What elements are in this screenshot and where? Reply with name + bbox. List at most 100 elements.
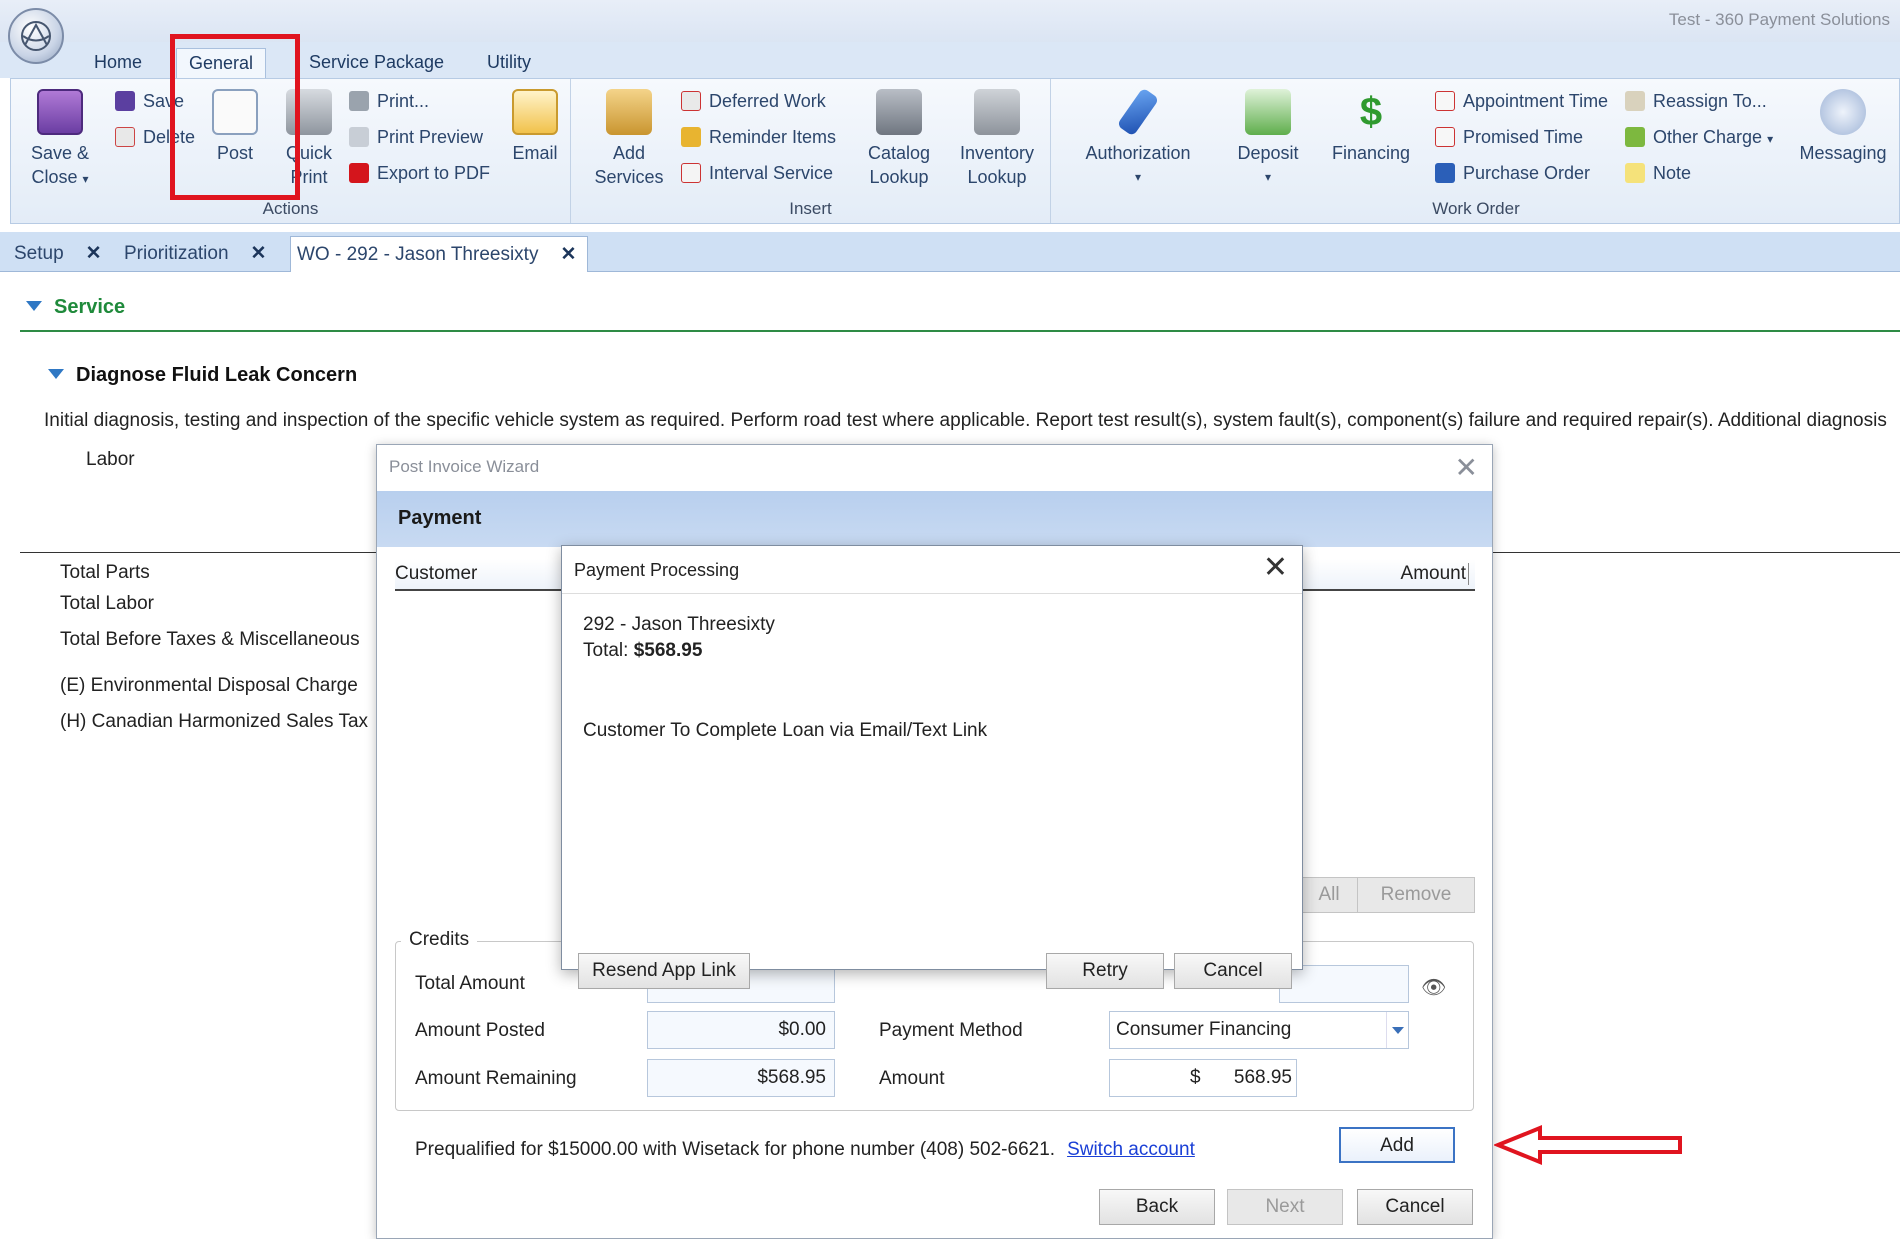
eye-icon[interactable]: 👁 xyxy=(1421,975,1446,1000)
collapse-triangle-icon[interactable] xyxy=(26,301,42,311)
deposit-dropdown-arrow: ▾ xyxy=(1264,170,1272,184)
chevron-down-icon[interactable] xyxy=(1386,1012,1408,1048)
post-button[interactable]: Post xyxy=(205,89,265,165)
environmental-charge-label: (E) Environmental Disposal Charge xyxy=(60,675,358,696)
doc-tab-work-order[interactable]: WO - 292 - Jason Threesixty ✕ xyxy=(290,236,588,272)
add-services-label-2: Services xyxy=(594,167,664,187)
close-icon[interactable]: ✕ xyxy=(251,243,267,264)
print-preview-button[interactable]: Print Preview xyxy=(349,127,483,148)
quick-print-label-2: Print xyxy=(290,167,328,187)
collapse-triangle-icon[interactable] xyxy=(48,369,64,379)
payment-method-value: Consumer Financing xyxy=(1116,1019,1292,1040)
service-section-header[interactable]: Service xyxy=(26,296,125,319)
add-services-button[interactable]: Add Services xyxy=(589,89,669,189)
authorization-button[interactable]: Authorization ▾ xyxy=(1073,87,1203,189)
job-description: Initial diagnosis, testing and inspectio… xyxy=(44,410,1887,431)
appointment-time-label: Appointment Time xyxy=(1463,91,1609,111)
back-button[interactable]: Back xyxy=(1099,1189,1215,1225)
quick-print-button[interactable]: Quick Print xyxy=(279,89,339,189)
switch-account-link[interactable]: Switch account xyxy=(1067,1139,1195,1160)
inventory-lookup-label: Inventory xyxy=(959,143,1035,163)
post-label: Post xyxy=(216,143,254,163)
deferred-work-button[interactable]: Deferred Work xyxy=(681,91,826,112)
note-label: Note xyxy=(1653,163,1692,183)
credits-label: Credits xyxy=(401,929,478,951)
appointment-time-button[interactable]: Appointment Time xyxy=(1435,91,1608,112)
cancel-button[interactable]: Cancel xyxy=(1357,1189,1473,1225)
calendar-icon xyxy=(1435,127,1455,147)
reassign-to-label: Reassign To... xyxy=(1653,91,1767,111)
save-button[interactable]: Save xyxy=(115,91,184,112)
tab-utility[interactable]: Utility xyxy=(475,48,543,77)
messaging-button[interactable]: Messaging xyxy=(1791,89,1895,165)
amount-posted-label: Amount Posted xyxy=(415,1020,545,1041)
column-customer[interactable]: Customer xyxy=(395,563,477,585)
amount-value: 568.95 xyxy=(1233,1067,1292,1088)
interval-service-button[interactable]: Interval Service xyxy=(681,163,833,184)
payment-method-select[interactable]: Consumer Financing xyxy=(1109,1011,1409,1049)
catalog-lookup-button[interactable]: Catalog Lookup xyxy=(857,89,941,189)
remove-all-button[interactable]: All xyxy=(1299,877,1359,913)
promised-time-button[interactable]: Promised Time xyxy=(1435,127,1583,148)
note-button[interactable]: Note xyxy=(1625,163,1691,184)
total-amount-label: Total Amount xyxy=(415,973,525,994)
doc-tab-setup-label: Setup xyxy=(14,243,64,264)
next-button[interactable]: Next xyxy=(1227,1189,1343,1225)
group-label-actions: Actions xyxy=(262,199,319,218)
other-charge-button[interactable]: Other Charge ▾ xyxy=(1625,127,1773,148)
add-button[interactable]: Add xyxy=(1339,1127,1455,1163)
amount-input[interactable]: $ 568.95 xyxy=(1109,1059,1297,1097)
group-label-insert: Insert xyxy=(789,199,832,218)
total-before-taxes-label: Total Before Taxes & Miscellaneous xyxy=(60,629,360,650)
print-button[interactable]: Print... xyxy=(349,91,429,112)
reminder-items-button[interactable]: Reminder Items xyxy=(681,127,836,148)
close-icon[interactable]: ✕ xyxy=(1455,451,1478,484)
harmonized-tax-label: (H) Canadian Harmonized Sales Tax xyxy=(60,711,369,732)
financing-label: Financing xyxy=(1331,143,1411,163)
wizard-step-title: Payment xyxy=(398,507,482,529)
messaging-icon xyxy=(1820,89,1866,135)
job-header[interactable]: Diagnose Fluid Leak Concern xyxy=(48,364,357,387)
column-amount[interactable]: Amount xyxy=(1401,563,1469,585)
catalog-lookup-label: Catalog xyxy=(867,143,931,163)
save-close-button[interactable]: Save & Close ▾ xyxy=(25,89,95,191)
total-line: Total: $568.95 xyxy=(583,640,702,662)
reassign-to-button[interactable]: Reassign To... xyxy=(1625,91,1767,112)
financing-button[interactable]: $ Financing xyxy=(1321,89,1421,165)
email-label: Email xyxy=(512,143,558,163)
catalog-icon xyxy=(876,89,922,135)
deferred-work-icon xyxy=(681,91,701,111)
reference-field[interactable] xyxy=(1279,965,1409,1003)
app-logo-icon[interactable] xyxy=(8,8,64,64)
messaging-label: Messaging xyxy=(1799,143,1887,163)
dialog-title-bar: Payment Processing ✕ xyxy=(562,546,1302,594)
group-insert: Add Services Deferred Work Reminder Item… xyxy=(571,79,1051,223)
deposit-button[interactable]: Deposit ▾ xyxy=(1223,89,1313,189)
delete-button[interactable]: Delete xyxy=(115,127,195,148)
dialog-title: Payment Processing xyxy=(574,560,740,580)
email-icon xyxy=(512,89,558,135)
tab-general[interactable]: General xyxy=(176,48,267,79)
inventory-lookup-button[interactable]: Inventory Lookup xyxy=(949,89,1045,189)
close-icon[interactable]: ✕ xyxy=(560,244,576,265)
close-icon[interactable]: ✕ xyxy=(1263,550,1288,585)
tab-home[interactable]: Home xyxy=(82,48,154,77)
retry-button[interactable]: Retry xyxy=(1046,953,1164,989)
group-actions: Save & Close ▾ Save Delete Post Quick Pr… xyxy=(11,79,571,223)
authorization-dropdown-arrow: ▾ xyxy=(1134,170,1142,184)
doc-tab-work-order-label: WO - 292 - Jason Threesixty xyxy=(297,244,539,265)
remove-button[interactable]: Remove xyxy=(1357,877,1475,913)
resend-app-link-button[interactable]: Resend App Link xyxy=(578,953,750,989)
dialog-cancel-button[interactable]: Cancel xyxy=(1174,953,1292,989)
save-close-icon xyxy=(37,89,83,135)
close-icon[interactable]: ✕ xyxy=(86,243,102,264)
doc-tab-prioritization[interactable]: Prioritization ✕ xyxy=(118,236,272,272)
save-close-label-2: Close ▾ xyxy=(31,167,89,187)
amount-currency: $ xyxy=(1190,1067,1201,1088)
payment-processing-dialog: Payment Processing ✕ 292 - Jason Threesi… xyxy=(561,545,1303,989)
export-pdf-button[interactable]: Export to PDF xyxy=(349,163,490,184)
doc-tab-setup[interactable]: Setup ✕ xyxy=(8,236,108,272)
email-button[interactable]: Email xyxy=(503,89,567,165)
tab-service-package[interactable]: Service Package xyxy=(297,48,456,77)
purchase-order-button[interactable]: Purchase Order xyxy=(1435,163,1590,184)
